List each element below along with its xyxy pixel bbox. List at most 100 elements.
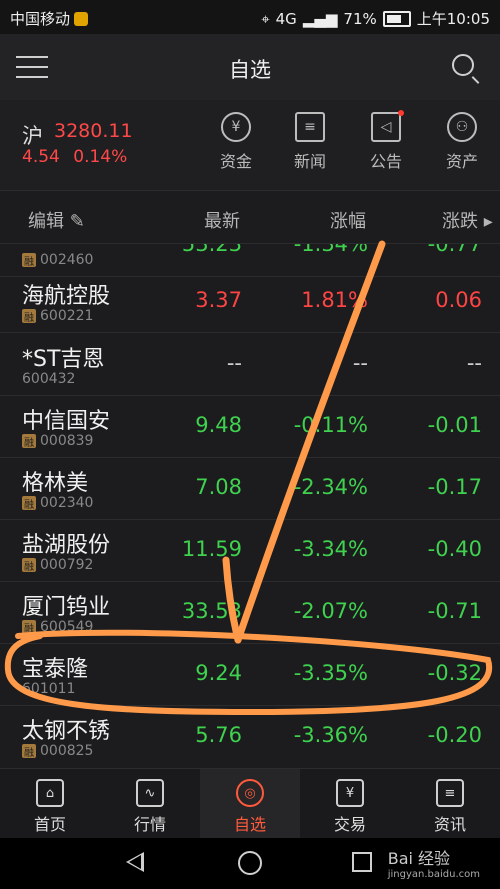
column-latest[interactable]: 最新 bbox=[204, 207, 240, 233]
tab-info-label: 资讯 bbox=[433, 815, 466, 834]
assets-button[interactable]: ⚇ 资产 bbox=[432, 112, 492, 180]
table-header: 编辑 ✎ 最新 涨幅 涨跌 ▸ bbox=[0, 191, 500, 244]
stock-price: 53.23 bbox=[181, 244, 242, 256]
watermark-brand: Bai 经验 bbox=[387, 849, 451, 868]
stock-name: *ST吉恩 bbox=[22, 347, 105, 372]
table-row[interactable]: 宝泰隆 601011 9.24 -3.35% -0.32 bbox=[0, 643, 500, 706]
stock-pct: -2.07% bbox=[293, 599, 368, 623]
app-header: 自选 bbox=[0, 34, 500, 100]
tab-trade[interactable]: ¥ 交易 bbox=[300, 769, 400, 839]
margin-badge-icon: 融 bbox=[22, 620, 36, 635]
tab-home[interactable]: ⌂ 首页 bbox=[0, 769, 100, 839]
stock-code-value: 002460 bbox=[40, 252, 94, 268]
column-change[interactable]: 涨跌 ▸ bbox=[442, 207, 493, 233]
news-button[interactable]: ≡ 新闻 bbox=[280, 112, 340, 180]
bottom-nav: ⌂ 首页 ∿ 行情 ◎ 自选 ¥ 交易 ≡ 资讯 bbox=[0, 768, 500, 839]
battery-icon bbox=[382, 10, 411, 27]
index-bar: 沪 3280.11 4.54 0.14% ¥ 资金 ≡ 新闻 ◁ 公告 ⚇ 资产 bbox=[0, 100, 500, 191]
carrier: 中国移动 bbox=[10, 8, 89, 29]
edit-button[interactable]: 编辑 ✎ bbox=[28, 207, 85, 233]
stock-name: 盐湖股份 bbox=[22, 533, 111, 558]
home-icon: ⌂ bbox=[36, 779, 64, 807]
stock-code: 融 000792 bbox=[22, 557, 93, 573]
stock-name: 宝泰隆 bbox=[22, 657, 89, 682]
tab-watchlist[interactable]: ◎ 自选 bbox=[200, 769, 300, 839]
stock-change: -0.17 bbox=[427, 475, 482, 499]
stock-price: 33.53 bbox=[181, 599, 242, 623]
page-title: 自选 bbox=[229, 58, 271, 82]
watchlist: 融 002460 53.23 -1.34% -0.77 海航控股 融 600221 … bbox=[0, 244, 500, 766]
stock-price: 7.08 bbox=[195, 475, 242, 499]
tab-info[interactable]: ≡ 资讯 bbox=[400, 769, 500, 839]
table-row[interactable]: 盐湖股份 融 000792 11.59 -3.34% -0.40 bbox=[0, 519, 500, 582]
table-row[interactable]: 海航控股 融 600221 3.37 1.81% 0.06 bbox=[0, 270, 500, 333]
stock-code-value: 600221 bbox=[40, 308, 94, 324]
table-row[interactable]: 太钢不锈 融 000825 5.76 -3.36% -0.20 bbox=[0, 705, 500, 766]
stock-price: 9.24 bbox=[195, 661, 242, 685]
search-icon[interactable] bbox=[452, 54, 474, 76]
margin-badge-icon: 融 bbox=[22, 253, 36, 268]
index-change-pct: 0.14% bbox=[73, 147, 128, 167]
recent-apps-icon[interactable] bbox=[352, 852, 372, 872]
table-row[interactable]: 格林美 融 002340 7.08 -2.34% -0.17 bbox=[0, 457, 500, 520]
stock-code-value: 000825 bbox=[40, 743, 94, 759]
home-circle-icon[interactable] bbox=[238, 851, 262, 875]
margin-badge-icon: 融 bbox=[22, 558, 36, 573]
index-change: 4.54 0.14% bbox=[22, 147, 127, 167]
stock-price: 3.37 bbox=[195, 288, 242, 312]
stock-price: 11.59 bbox=[181, 537, 242, 561]
stock-change: -0.77 bbox=[427, 244, 482, 256]
stock-code-value: 000792 bbox=[40, 557, 94, 573]
margin-badge-icon: 融 bbox=[22, 496, 36, 511]
tab-home-label: 首页 bbox=[33, 815, 66, 834]
announcement-label: 公告 bbox=[369, 152, 402, 171]
stock-name: 中信国安 bbox=[22, 409, 111, 434]
table-row[interactable]: 中信国安 融 000839 9.48 -0.11% -0.01 bbox=[0, 395, 500, 458]
stock-pct: -1.34% bbox=[293, 244, 368, 256]
stock-code: 601011 bbox=[22, 681, 75, 697]
stock-change: -0.40 bbox=[427, 537, 482, 561]
stock-change: -0.32 bbox=[427, 661, 482, 685]
info-icon: ≡ bbox=[436, 779, 464, 807]
app-notification-icon bbox=[74, 11, 89, 26]
chevron-right-icon: ▸ bbox=[483, 211, 493, 232]
stock-code-value: 600549 bbox=[40, 619, 94, 635]
tab-market[interactable]: ∿ 行情 bbox=[100, 769, 200, 839]
announcement-icon: ◁ bbox=[371, 112, 401, 142]
stock-code: 融 000839 bbox=[22, 433, 93, 449]
index-name[interactable]: 沪 bbox=[22, 120, 43, 150]
stock-price: 9.48 bbox=[195, 413, 242, 437]
funds-button[interactable]: ¥ 资金 bbox=[206, 112, 266, 180]
table-row[interactable]: 厦门钨业 融 600549 33.53 -2.07% -0.71 bbox=[0, 581, 500, 644]
stock-change: -- bbox=[466, 351, 482, 375]
stock-pct: -0.11% bbox=[293, 413, 368, 437]
announcement-button[interactable]: ◁ 公告 bbox=[356, 110, 416, 180]
stock-code-value: 002340 bbox=[40, 495, 94, 511]
stock-code: 融 002340 bbox=[22, 495, 93, 511]
stock-code: 融 600221 bbox=[22, 308, 93, 324]
margin-badge-icon: 融 bbox=[22, 434, 36, 449]
stock-code: 600432 bbox=[22, 371, 75, 387]
assets-icon: ⚇ bbox=[447, 112, 477, 142]
location-icon: ⌖ bbox=[261, 9, 270, 28]
edit-icon: ✎ bbox=[69, 211, 85, 232]
stock-name: 太钢不锈 bbox=[22, 719, 111, 744]
signal-icon: ▂▄▆ bbox=[302, 9, 338, 28]
chart-icon: ∿ bbox=[136, 779, 164, 807]
stock-change: -0.20 bbox=[427, 723, 482, 747]
edit-label: 编辑 bbox=[28, 211, 64, 232]
stock-name: 海航控股 bbox=[22, 284, 111, 309]
tab-trade-label: 交易 bbox=[333, 815, 366, 834]
index-value[interactable]: 3280.11 bbox=[54, 120, 133, 142]
watermark: Bai 经验 jingyan.baidu.com bbox=[388, 845, 480, 880]
back-icon[interactable] bbox=[126, 852, 144, 872]
stock-code: 融 002460 bbox=[22, 252, 93, 268]
funds-label: 资金 bbox=[219, 152, 252, 171]
table-row[interactable]: *ST吉恩 600432 -- -- -- bbox=[0, 333, 500, 396]
yen-icon: ¥ bbox=[221, 112, 251, 142]
tab-watchlist-label: 自选 bbox=[233, 815, 266, 834]
stock-code-value: 000839 bbox=[40, 433, 94, 449]
column-pct[interactable]: 涨幅 bbox=[330, 207, 366, 233]
watermark-url: jingyan.baidu.com bbox=[387, 869, 480, 880]
carrier-name: 中国移动 bbox=[10, 10, 71, 28]
